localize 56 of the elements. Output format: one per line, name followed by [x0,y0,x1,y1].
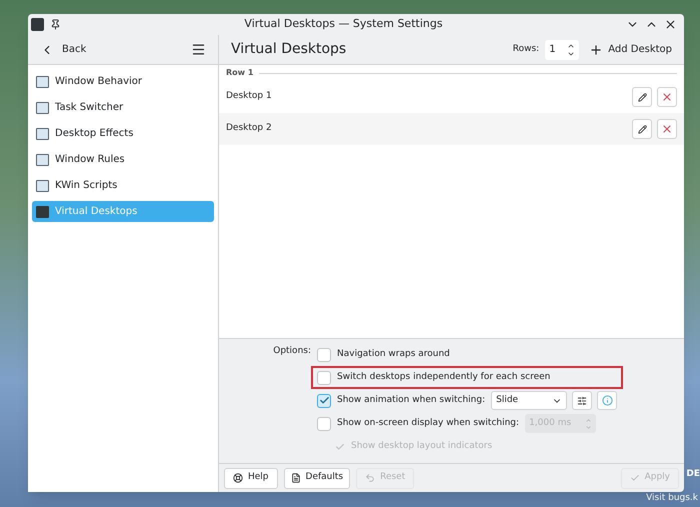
remove-button[interactable] [657,119,677,139]
row-heading: Row 1 [226,67,254,79]
pencil-icon [638,124,646,134]
module-icon [36,76,49,88]
lifebuoy-icon [233,473,243,483]
options-label: Options: [273,346,311,356]
help-button[interactable]: Help [224,468,278,488]
sidebar-item[interactable]: Desktop Effects [32,123,214,144]
add-desktop-button[interactable]: Add Desktop [589,42,672,57]
close-icon [661,91,673,103]
module-icon [36,128,49,140]
checkbox[interactable] [317,370,331,384]
close-icon [661,123,673,135]
checkbox[interactable] [317,416,331,430]
module-icon [36,102,49,114]
module-icon [36,180,49,192]
option-label: Show animation when switching: [337,394,486,407]
close-icon[interactable] [664,18,677,31]
defaults-button[interactable]: Defaults [284,468,350,488]
module-icon [36,206,49,218]
menu-icon[interactable] [191,42,206,57]
checkbox[interactable] [317,348,331,362]
sliders-icon [577,396,588,406]
pin-icon[interactable] [50,19,61,30]
undo-icon [365,473,376,483]
remove-button[interactable] [657,87,677,107]
option-label: Show desktop layout indicators [351,440,492,453]
sidebar-item[interactable]: KWin Scripts [32,175,214,196]
checkbox[interactable] [317,394,331,408]
check-icon [318,395,330,406]
sidebar-item[interactable]: Task Switcher [32,97,214,118]
rename-button[interactable] [632,87,652,107]
wallpaper-text: Visit bugs.k [646,494,698,503]
rename-button[interactable] [632,119,652,139]
rows-spinbox[interactable]: 1 [545,40,580,60]
check-icon [630,473,640,483]
sidebar-item[interactable]: Window Rules [32,149,214,170]
option-label: Switch desktops independently for each screen [337,370,550,384]
plus-icon [589,42,604,56]
info-icon [602,395,613,406]
wallpaper-text: DE [686,470,700,479]
document-icon [290,473,301,483]
app-icon [31,18,44,31]
animation-select[interactable]: Slide [491,391,568,410]
desktop-name: Desktop 2 [226,122,273,136]
option-label: Navigation wraps around [337,348,450,361]
page-title: Virtual Desktops [231,40,348,59]
option-label: Show on-screen display when switching: [337,416,520,430]
rows-label: Rows: [512,42,540,56]
configure-button[interactable] [572,391,592,410]
window-title: Virtual Desktops — System Settings [243,16,444,32]
back-button[interactable]: Back [40,42,86,57]
desktop-name: Desktop 1 [226,90,273,104]
module-icon [36,154,49,166]
sidebar-item[interactable]: Window Behavior [32,71,214,92]
pencil-icon [638,92,646,102]
